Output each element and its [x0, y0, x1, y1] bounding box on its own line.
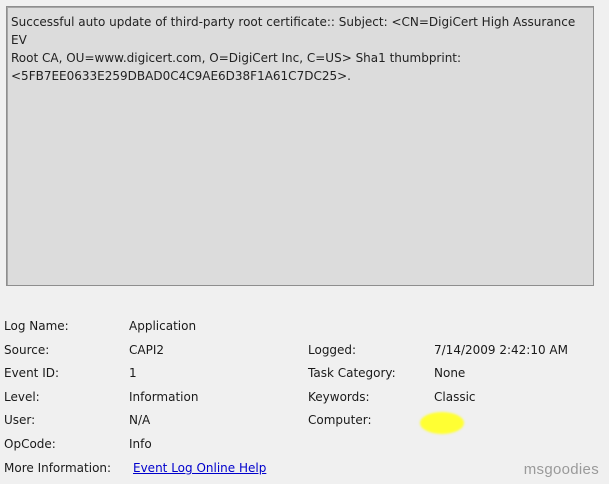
- more-information-label: More Information:: [4, 461, 112, 475]
- event-id-label: Event ID:: [4, 366, 60, 380]
- computer-value-redaction-highlight: [420, 412, 464, 434]
- log-name-value: Application: [129, 319, 197, 333]
- logged-label: Logged:: [308, 343, 357, 357]
- event-id-value: 1: [129, 366, 137, 380]
- opcode-value: Info: [129, 437, 152, 451]
- keywords-value: Classic: [434, 390, 476, 404]
- event-details-panel: Log Name: Application Source: CAPI2 Logg…: [0, 0, 609, 484]
- level-value: Information: [129, 390, 199, 404]
- task-category-value: None: [434, 366, 466, 380]
- logged-value: 7/14/2009 2:42:10 AM: [434, 343, 568, 357]
- user-value: N/A: [129, 413, 151, 427]
- level-label: Level:: [4, 390, 40, 404]
- source-label: Source:: [4, 343, 50, 357]
- log-name-label: Log Name:: [4, 319, 69, 333]
- task-category-label: Task Category:: [308, 366, 396, 380]
- keywords-label: Keywords:: [308, 390, 370, 404]
- opcode-label: OpCode:: [4, 437, 56, 451]
- computer-label: Computer:: [308, 413, 372, 427]
- source-value: CAPI2: [129, 343, 164, 357]
- event-log-online-help-link[interactable]: Event Log Online Help: [133, 460, 266, 476]
- user-label: User:: [4, 413, 36, 427]
- watermark: msgoodies: [523, 461, 599, 478]
